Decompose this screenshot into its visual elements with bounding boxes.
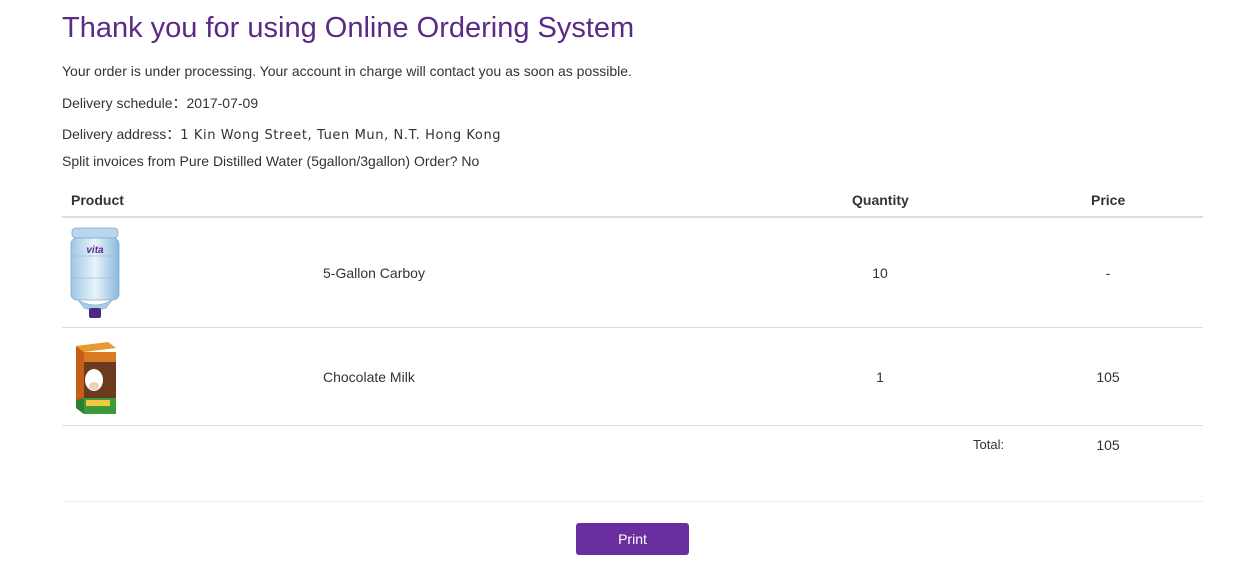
water-bottle-icon: vita (70, 227, 120, 318)
print-button[interactable]: Print (576, 523, 689, 555)
column-header-quantity: Quantity (852, 192, 909, 208)
total-row: Total: 105 (62, 426, 1203, 502)
split-invoice-text: Split invoices from Pure Distilled Water… (62, 153, 480, 169)
delivery-address-value: 1 Kin Wong Street, Tuen Mun, N.T. Hong K… (180, 128, 502, 143)
processing-message: Your order is under processing. Your acc… (62, 63, 632, 79)
milk-carton-icon (76, 342, 116, 414)
delivery-schedule: Delivery schedule：2017-07-09 (62, 93, 258, 113)
column-header-price: Price (1091, 192, 1126, 208)
table-row: Chocolate Milk 1 105 (62, 328, 1203, 426)
delivery-address-label: Delivery address： (62, 126, 181, 142)
order-table: Product Quantity Price vita 5-Gallon Car… (62, 183, 1203, 502)
table-row: vita 5-Gallon Carboy 10 - (62, 218, 1203, 328)
product-name: 5-Gallon Carboy (323, 265, 425, 281)
delivery-address: Delivery address：1 Kin Wong Street, Tuen… (62, 124, 501, 144)
product-name: Chocolate Milk (323, 369, 415, 385)
page-title: Thank you for using Online Ordering Syst… (62, 12, 635, 44)
delivery-schedule-value: 2017-07-09 (186, 95, 259, 111)
column-header-product: Product (71, 192, 124, 208)
table-header: Product Quantity Price (62, 183, 1203, 218)
brand-logo: vita (86, 245, 104, 256)
total-label: Total: (973, 437, 1005, 452)
delivery-schedule-label: Delivery schedule： (62, 95, 187, 111)
